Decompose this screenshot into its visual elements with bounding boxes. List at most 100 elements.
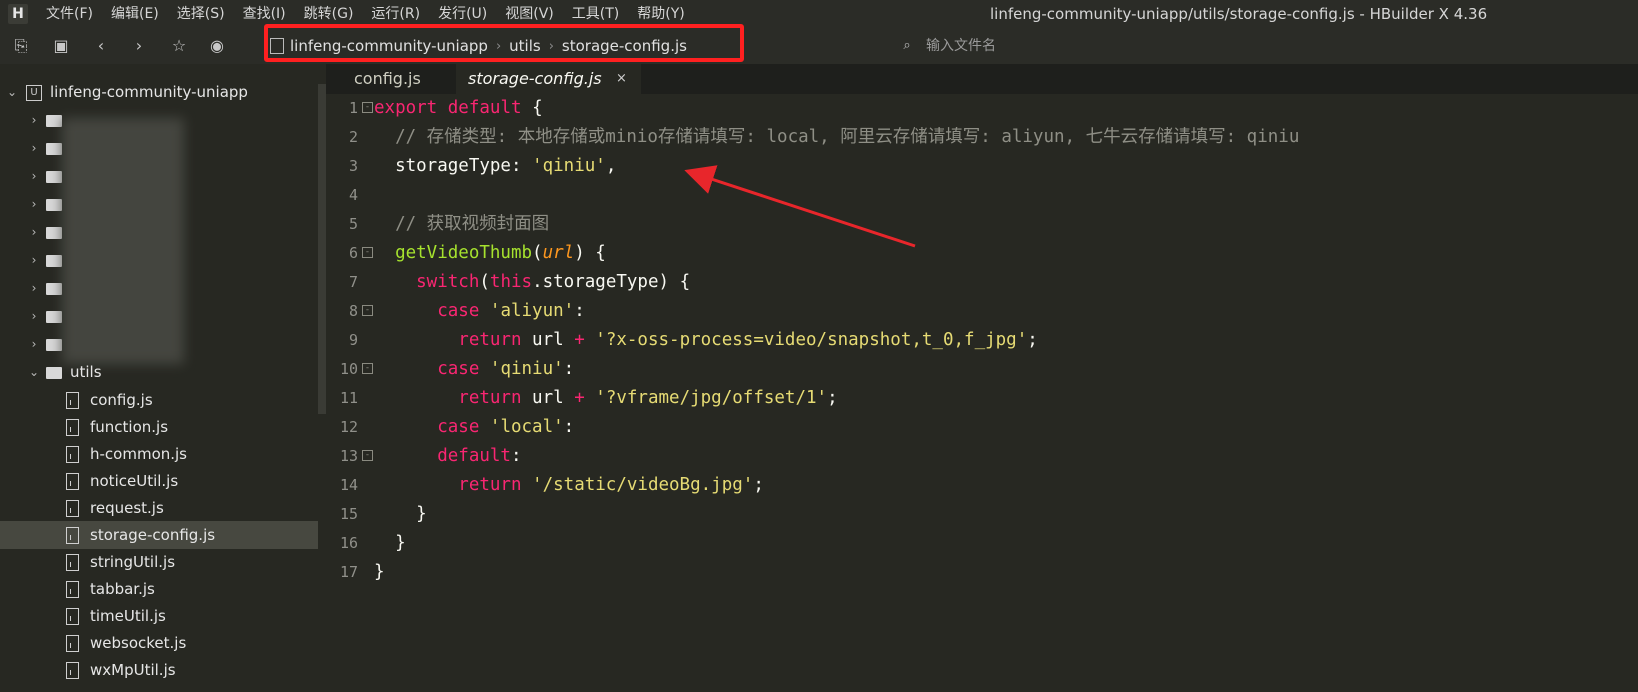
chevron-right-icon: ›: [31, 197, 37, 211]
save-icon[interactable]: ▣: [48, 28, 74, 64]
code-line[interactable]: 11 return url + '?vframe/jpg/offset/1';: [326, 384, 1638, 413]
line-number: 13: [339, 447, 358, 465]
menu-select[interactable]: 选择(S): [177, 0, 225, 28]
star-icon[interactable]: ☆: [166, 28, 192, 64]
code-line[interactable]: 12 case 'local':: [326, 413, 1638, 442]
tree-item-label: tabbar.js: [90, 580, 155, 598]
fold-toggle-icon[interactable]: -: [362, 305, 373, 316]
code-token: (: [479, 272, 490, 292]
tree-item-file[interactable]: stringUtil.js: [0, 548, 318, 576]
code-token: ;: [753, 475, 764, 495]
code-editor[interactable]: 1- export default {2 // 存储类型: 本地存储或minio存…: [326, 94, 1638, 692]
folder-icon: [46, 227, 62, 239]
sidebar-scrollbar[interactable]: [318, 84, 326, 414]
code-token: +: [574, 330, 596, 350]
fold-toggle-icon[interactable]: -: [362, 450, 373, 461]
tree-item-folder-utils[interactable]: ⌄ utils: [0, 358, 318, 386]
fold-toggle-icon[interactable]: -: [362, 247, 373, 258]
code-line[interactable]: 8- case 'aliyun':: [326, 297, 1638, 326]
redacted-area: [62, 118, 184, 364]
fold-toggle-icon[interactable]: -: [362, 102, 373, 113]
file-search-input[interactable]: [926, 34, 1226, 58]
code-token: 'local': [489, 417, 564, 437]
code-line[interactable]: 6- getVideoThumb(url) {: [326, 239, 1638, 268]
code-token: ;: [1027, 330, 1038, 350]
code-token: :: [574, 301, 585, 321]
code-line[interactable]: 13- default:: [326, 442, 1638, 471]
code-token: return: [374, 330, 533, 350]
code-token: (: [532, 243, 543, 263]
code-line[interactable]: 17}: [326, 558, 1638, 587]
code-line[interactable]: 2 // 存储类型: 本地存储或minio存储请填写: local, 阿里云存储…: [326, 123, 1638, 152]
line-number: 8: [348, 302, 358, 320]
file-icon: [66, 527, 79, 544]
line-number: 9: [348, 331, 358, 349]
close-icon[interactable]: ×: [616, 64, 627, 94]
chevron-right-icon: ›: [31, 225, 37, 239]
tree-item-file[interactable]: timeUtil.js: [0, 602, 318, 630]
title-bar: H 文件(F) 编辑(E) 选择(S) 查找(I) 跳转(G) 运行(R) 发行…: [0, 0, 1638, 28]
code-line[interactable]: 1- export default {: [326, 94, 1638, 123]
new-file-icon[interactable]: ⎘: [8, 28, 34, 64]
tree-item-file[interactable]: wxMpUtil.js: [0, 656, 318, 684]
tree-item-file[interactable]: noticeUtil.js: [0, 467, 318, 495]
hbuilder-logo-icon: H: [8, 4, 28, 24]
forward-icon[interactable]: ›: [126, 28, 152, 64]
code-line[interactable]: 4: [326, 181, 1638, 210]
code-text: case 'aliyun':: [374, 297, 585, 326]
tree-item-label: h-common.js: [90, 445, 188, 463]
code-line[interactable]: 9 return url + '?x-oss-process=video/sna…: [326, 326, 1638, 355]
code-token: url: [532, 388, 575, 408]
back-icon[interactable]: ‹: [88, 28, 114, 64]
code-text: case 'local':: [374, 413, 574, 442]
code-token: export: [374, 98, 448, 118]
tree-item-file[interactable]: function.js: [0, 413, 318, 441]
menu-edit[interactable]: 编辑(E): [111, 0, 159, 28]
code-text: switch(this.storageType) {: [374, 268, 690, 297]
line-number: 17: [339, 563, 358, 581]
tree-item-label: stringUtil.js: [90, 553, 176, 571]
folder-icon: [46, 171, 62, 183]
line-number: 1: [348, 99, 358, 117]
file-icon: [66, 635, 79, 652]
editor-tab-bar: config.js storage-config.js ×: [326, 64, 1638, 94]
code-text: }: [374, 500, 427, 529]
code-line[interactable]: 3 storageType: 'qiniu',: [326, 152, 1638, 181]
folder-icon: [46, 283, 62, 295]
tab-config-js[interactable]: config.js: [326, 64, 456, 94]
fold-toggle-icon[interactable]: -: [362, 363, 373, 374]
code-token: ) {: [574, 243, 606, 263]
code-token: // 获取视频封面图: [374, 214, 550, 234]
code-token: '?x-oss-process=video/snapshot,t_0,f_jpg…: [595, 330, 1028, 350]
code-line[interactable]: 7 switch(this.storageType) {: [326, 268, 1638, 297]
code-text: // 获取视频封面图: [374, 210, 549, 239]
code-token: ;: [827, 388, 838, 408]
tree-item-file[interactable]: config.js: [0, 386, 318, 414]
folder-icon: [46, 311, 62, 323]
file-icon: [66, 446, 79, 463]
tree-item-file[interactable]: websocket.js: [0, 629, 318, 657]
tree-item-file[interactable]: h-common.js: [0, 440, 318, 468]
folder-icon: [46, 143, 62, 155]
code-token: storageType:: [374, 156, 533, 176]
tree-item-label: utils: [70, 363, 102, 381]
tree-item-file[interactable]: tabbar.js: [0, 575, 318, 603]
file-icon: [66, 554, 79, 571]
run-icon[interactable]: ◉: [204, 28, 230, 64]
tab-storage-config-js[interactable]: storage-config.js ×: [456, 64, 641, 94]
menu-file[interactable]: 文件(F): [46, 0, 93, 28]
code-line[interactable]: 10- case 'qiniu':: [326, 355, 1638, 384]
tree-item-project[interactable]: ⌄ U linfeng-community-uniapp: [0, 78, 318, 106]
folder-icon: [46, 115, 62, 127]
code-line[interactable]: 5 // 获取视频封面图: [326, 210, 1638, 239]
code-line[interactable]: 15 }: [326, 500, 1638, 529]
chevron-right-icon: ›: [31, 141, 37, 155]
code-token: +: [574, 388, 596, 408]
file-icon: [66, 662, 79, 679]
code-line[interactable]: 16 }: [326, 529, 1638, 558]
tree-item-file-selected[interactable]: storage-config.js: [0, 521, 318, 549]
code-line[interactable]: 14 return '/static/videoBg.jpg';: [326, 471, 1638, 500]
tab-label: storage-config.js: [468, 69, 602, 88]
code-token: :: [510, 446, 522, 466]
tree-item-file[interactable]: request.js: [0, 494, 318, 522]
